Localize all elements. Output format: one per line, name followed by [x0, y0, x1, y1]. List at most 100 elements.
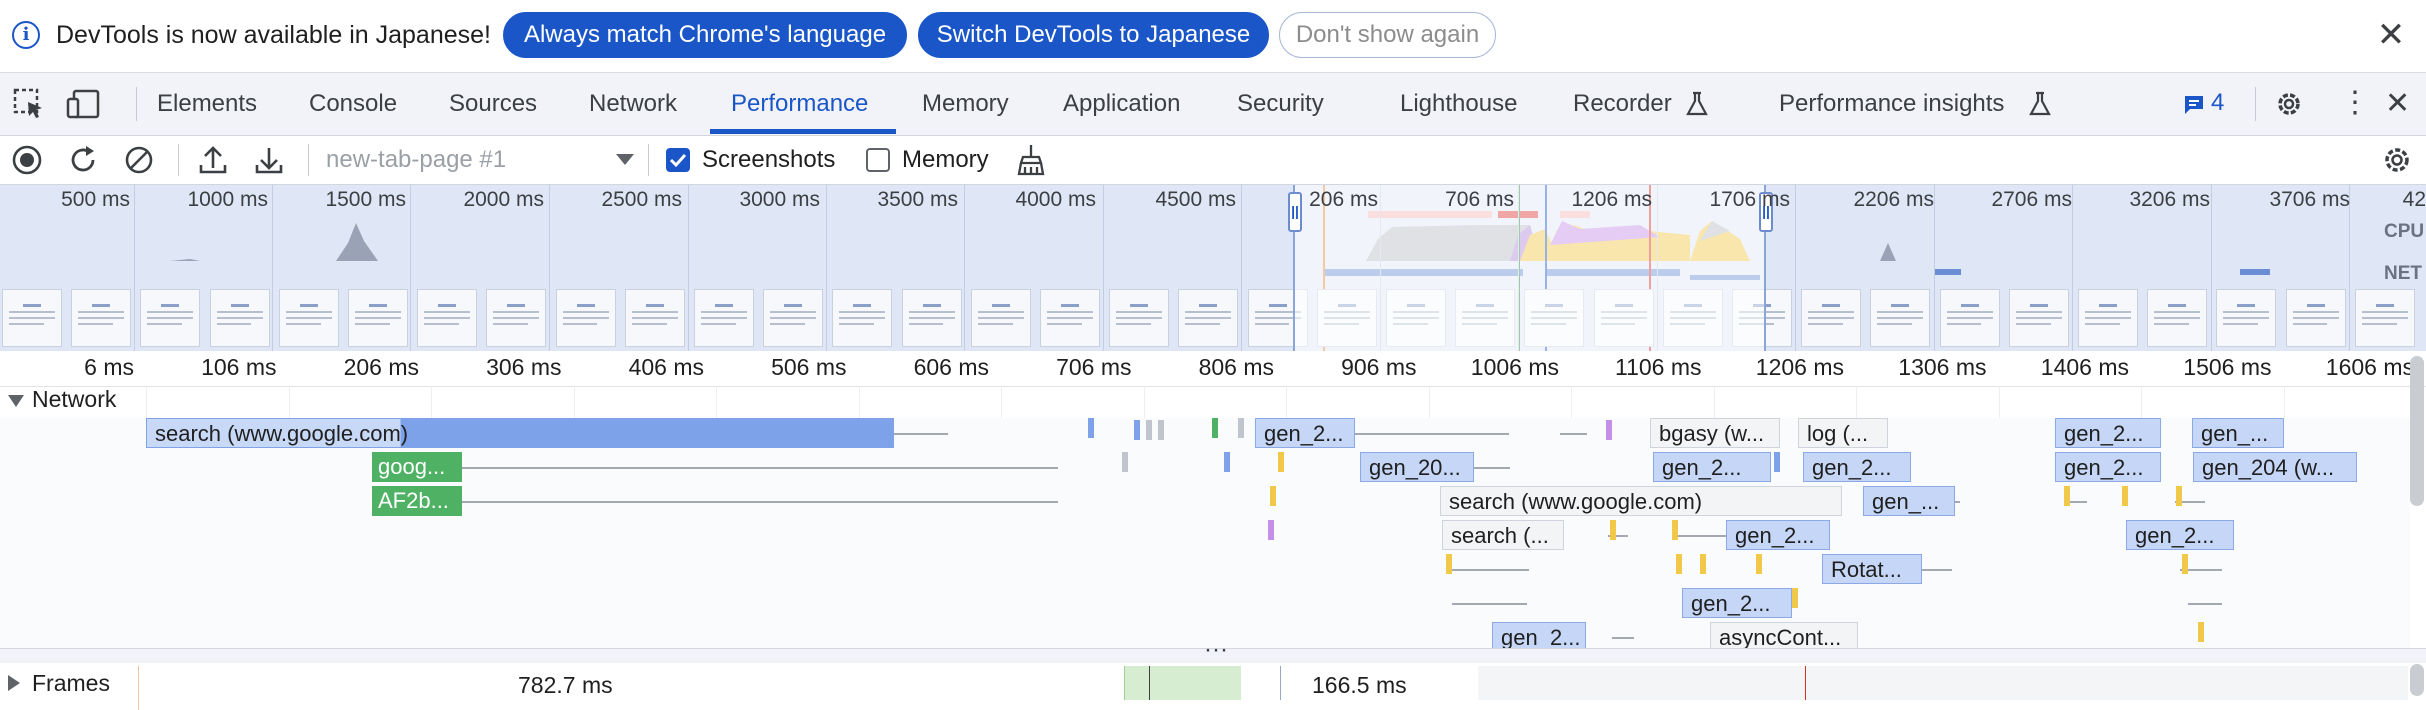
memory-label[interactable]: Memory — [902, 144, 989, 176]
issues-count[interactable]: 4 — [2211, 89, 2224, 117]
more-options-icon[interactable]: ⋮ — [2340, 83, 2370, 123]
screenshot-thumbnail[interactable] — [278, 289, 339, 347]
memory-checkbox[interactable] — [866, 148, 890, 172]
request-mini[interactable] — [1158, 420, 1164, 440]
request-mini[interactable] — [1774, 452, 1780, 472]
request-gen204[interactable]: gen_... — [1863, 486, 1955, 516]
tab-elements[interactable]: Elements — [157, 73, 257, 135]
reload-record-icon[interactable] — [64, 141, 102, 179]
tab-performance[interactable]: Performance — [731, 73, 868, 135]
request-search[interactable]: search (... — [1442, 520, 1564, 550]
request-mini[interactable] — [2182, 554, 2188, 574]
tab-sources[interactable]: Sources — [449, 73, 537, 135]
screenshot-thumbnail[interactable] — [970, 289, 1031, 347]
request-mini[interactable] — [1238, 418, 1244, 438]
request-gen204[interactable]: gen_2... — [2055, 418, 2161, 448]
request-rotate[interactable]: Rotat... — [1822, 554, 1922, 584]
issues-message-icon[interactable] — [2183, 94, 2205, 116]
screenshot-thumbnail[interactable] — [1870, 289, 1931, 347]
screenshot-thumbnail[interactable] — [2008, 289, 2069, 347]
inspect-element-icon[interactable] — [8, 83, 50, 125]
screenshot-thumbnail[interactable] — [2354, 289, 2415, 347]
tab-recorder[interactable]: Recorder — [1573, 73, 1672, 135]
screenshot-thumbnail[interactable] — [2078, 289, 2138, 347]
frames-scrollbar[interactable] — [2410, 664, 2424, 696]
request-mini[interactable] — [1610, 520, 1616, 540]
clear-icon[interactable] — [120, 141, 158, 179]
request-gen204[interactable]: gen_20... — [1360, 452, 1474, 482]
garbage-collect-broom-icon[interactable] — [1012, 141, 1050, 179]
request-mini[interactable] — [1792, 588, 1798, 608]
timeline-scrollbar[interactable] — [2410, 356, 2424, 506]
request-mini[interactable] — [1122, 452, 1128, 472]
screenshot-thumbnail[interactable] — [694, 289, 754, 347]
request-mini[interactable] — [1700, 554, 1706, 574]
screenshot-thumbnail[interactable] — [624, 289, 685, 347]
screenshot-thumbnail[interactable] — [209, 289, 270, 347]
frame-duration[interactable]: 166.5 ms — [1312, 672, 1407, 699]
screenshot-thumbnail[interactable] — [763, 289, 824, 347]
frame-block[interactable] — [1124, 666, 1241, 700]
expand-frames-icon[interactable] — [8, 675, 20, 691]
request-mini[interactable] — [1672, 520, 1678, 540]
tab-application[interactable]: Application — [1063, 73, 1180, 135]
tab-lighthouse[interactable]: Lighthouse — [1400, 73, 1517, 135]
close-infobar-icon[interactable]: ✕ — [2374, 18, 2408, 52]
request-bgasy[interactable]: bgasy (w... — [1650, 418, 1780, 448]
request-log[interactable]: log (... — [1798, 418, 1888, 448]
record-icon[interactable] — [8, 141, 46, 179]
request-mini[interactable] — [1270, 486, 1276, 506]
request-mini[interactable] — [2122, 486, 2128, 506]
request-gen204[interactable]: gen_2... — [1653, 452, 1771, 482]
request-mini[interactable] — [1146, 420, 1152, 440]
tab-performance-insights[interactable]: Performance insights — [1779, 73, 2004, 135]
request-search-google[interactable]: search (www.google.com) — [146, 418, 894, 448]
screenshot-thumbnail[interactable] — [140, 289, 201, 347]
close-devtools-icon[interactable]: ✕ — [2385, 85, 2410, 123]
more-dots-icon[interactable]: ··· — [1204, 638, 1228, 662]
save-profile-icon[interactable] — [250, 141, 288, 179]
recording-select[interactable]: new-tab-page #1 — [326, 145, 636, 175]
screenshot-thumbnail[interactable] — [901, 289, 962, 347]
screenshot-thumbnail[interactable] — [486, 289, 547, 347]
tab-memory[interactable]: Memory — [922, 73, 1009, 135]
tab-console[interactable]: Console — [309, 73, 397, 135]
request-mini[interactable] — [1088, 418, 1094, 438]
network-track-title[interactable]: Network — [32, 386, 116, 413]
tab-network[interactable]: Network — [589, 73, 677, 135]
chevron-down-icon[interactable] — [616, 154, 634, 165]
screenshot-thumbnail[interactable] — [2, 289, 62, 347]
screenshot-thumbnail[interactable] — [348, 289, 408, 347]
request-gen204[interactable]: gen_2... — [1726, 520, 1830, 550]
request-search-google[interactable]: search (www.google.com) — [1440, 486, 1842, 516]
frames-track-title[interactable]: Frames — [32, 670, 110, 697]
request-goog[interactable]: goog... — [372, 452, 462, 482]
request-mini[interactable] — [2198, 622, 2204, 642]
screenshot-thumbnail[interactable] — [555, 289, 616, 347]
frame-duration[interactable]: 782.7 ms — [518, 672, 613, 699]
request-gen204[interactable]: gen_2... — [1255, 418, 1355, 448]
request-mini[interactable] — [1278, 452, 1284, 472]
request-mini[interactable] — [1212, 418, 1218, 438]
request-gen204[interactable]: gen_2... — [1682, 588, 1792, 618]
request-af2b[interactable]: AF2b... — [372, 486, 462, 516]
screenshot-thumbnail[interactable] — [2216, 289, 2277, 347]
request-mini[interactable] — [2064, 486, 2070, 506]
request-mini[interactable] — [1446, 554, 1452, 574]
request-mini[interactable] — [1268, 520, 1274, 540]
tab-security[interactable]: Security — [1237, 73, 1324, 135]
request-mini[interactable] — [1676, 554, 1682, 574]
settings-gear-icon[interactable] — [2273, 88, 2305, 120]
request-mini[interactable] — [1134, 420, 1140, 440]
screenshot-thumbnail[interactable] — [2147, 289, 2208, 347]
screenshot-thumbnail[interactable] — [1040, 289, 1100, 347]
request-mini[interactable] — [1224, 452, 1230, 472]
request-gen204[interactable]: gen_204 (w... — [2193, 452, 2357, 482]
device-toolbar-icon[interactable] — [64, 83, 106, 125]
screenshot-thumbnail[interactable] — [417, 289, 478, 347]
request-gen204[interactable]: gen_... — [2192, 418, 2284, 448]
request-gen204[interactable]: gen_2... — [1803, 452, 1911, 482]
screenshot-thumbnail[interactable] — [71, 289, 132, 347]
switch-to-japanese-button[interactable]: Switch DevTools to Japanese — [918, 12, 1269, 58]
capture-settings-gear-icon[interactable] — [2378, 141, 2416, 179]
